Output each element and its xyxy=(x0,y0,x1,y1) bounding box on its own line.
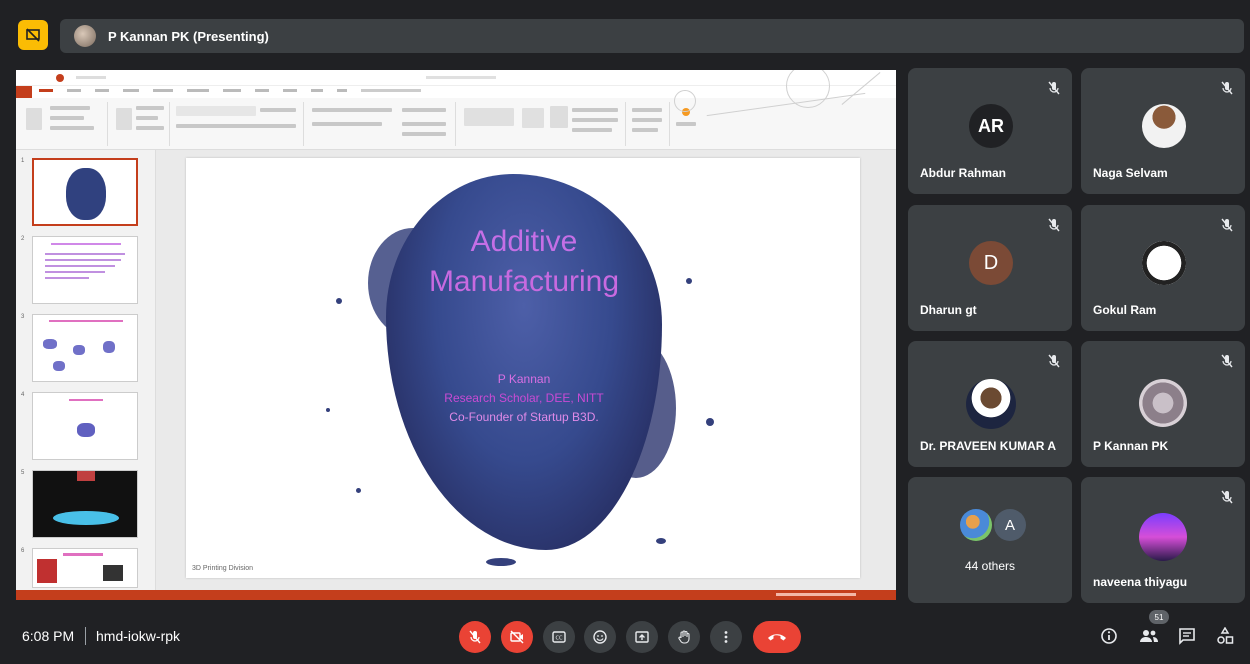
avatar xyxy=(1142,104,1186,148)
slide-thumbnail[interactable] xyxy=(32,392,138,460)
slide-subtitle: P Kannan Research Scholar, DEE, NITT Co-… xyxy=(366,370,682,427)
presenter-avatar xyxy=(74,25,96,47)
slide-footer: 3D Printing Division xyxy=(192,565,254,572)
participant-tile[interactable]: Naga Selvam xyxy=(1081,68,1245,194)
camera-off-icon xyxy=(510,630,524,644)
participant-tile[interactable]: P Kannan PK xyxy=(1081,341,1245,467)
participant-name: P Kannan PK xyxy=(1093,439,1169,453)
people-count-badge: 51 xyxy=(1149,610,1169,624)
avatar: AR xyxy=(969,104,1013,148)
captions-button[interactable]: CC xyxy=(543,621,575,653)
present-icon xyxy=(635,631,649,643)
avatar xyxy=(966,379,1016,429)
avatar: D xyxy=(969,241,1013,285)
slide-title-line1: Additive xyxy=(470,225,578,258)
present-off-icon xyxy=(26,28,40,42)
participant-tile[interactable]: AR Abdur Rahman xyxy=(908,68,1072,194)
mic-off-icon xyxy=(1221,218,1233,232)
participant-tile[interactable]: Dr. PRAVEEN KUMAR A xyxy=(908,341,1072,467)
ppt-title-bar xyxy=(16,70,896,86)
slide-title-line2: Manufacturing xyxy=(428,265,620,298)
activities-icon xyxy=(1217,627,1234,644)
mic-toggle-button[interactable] xyxy=(459,621,491,653)
avatar xyxy=(1142,241,1186,285)
slide-editor: Additive Manufacturing P Kannan Research… xyxy=(156,150,896,590)
others-count: 44 others xyxy=(964,559,1016,573)
participant-tile[interactable]: naveena thiyagu xyxy=(1081,477,1245,603)
stop-presenting-button[interactable] xyxy=(18,20,48,50)
mic-off-icon xyxy=(1048,81,1060,95)
participant-name: Dr. PRAVEEN KUMAR A xyxy=(920,439,1057,453)
slide-title: Additive Manufacturing xyxy=(346,222,702,302)
ppt-ribbon-tabs xyxy=(16,86,896,98)
mic-off-icon xyxy=(469,630,481,644)
slide-thumbnail[interactable] xyxy=(32,548,138,588)
people-button[interactable] xyxy=(1138,625,1160,647)
info-icon xyxy=(1101,628,1117,644)
slide-thumbnails: 1 2 3 4 5 6 xyxy=(16,150,156,590)
chat-icon xyxy=(1179,628,1195,645)
shared-screen: 1 2 3 4 5 6 Additive Manufacturing P Kan… xyxy=(16,70,896,600)
participant-name: Naga Selvam xyxy=(1093,166,1168,180)
leave-call-button[interactable] xyxy=(753,621,801,653)
presenter-startup: Co-Founder of Startup B3D. xyxy=(449,410,599,424)
raise-hand-button[interactable] xyxy=(668,621,700,653)
avatar xyxy=(960,509,992,541)
camera-toggle-button[interactable] xyxy=(501,621,533,653)
mic-off-icon xyxy=(1221,354,1233,368)
meeting-code: hmd-iokw-rpk xyxy=(96,628,181,644)
present-now-button[interactable] xyxy=(626,621,658,653)
avatar xyxy=(1139,379,1187,427)
avatar: A xyxy=(994,509,1026,541)
mic-off-icon xyxy=(1048,354,1060,368)
slide-thumbnail[interactable] xyxy=(32,470,138,538)
mic-off-icon xyxy=(1048,218,1060,232)
captions-icon: CC xyxy=(552,631,566,643)
participant-name: naveena thiyagu xyxy=(1093,575,1188,589)
svg-text:CC: CC xyxy=(556,636,563,642)
presenter-info: P Kannan PK (Presenting) xyxy=(60,19,1244,53)
participant-name: Dharun gt xyxy=(920,303,977,317)
current-slide: Additive Manufacturing P Kannan Research… xyxy=(186,158,860,578)
participant-name: Abdur Rahman xyxy=(920,166,1007,180)
activities-button[interactable] xyxy=(1214,625,1236,647)
others-tile[interactable]: A 44 others xyxy=(908,477,1072,603)
more-options-button[interactable] xyxy=(710,621,742,653)
meeting-details-button[interactable] xyxy=(1098,625,1120,647)
meet-window: P Kannan PK (Presenting) 1 2 3 4 5 6 Add… xyxy=(0,0,1250,664)
mic-off-icon xyxy=(1221,81,1233,95)
participant-tile[interactable]: Gokul Ram xyxy=(1081,205,1245,331)
more-icon xyxy=(724,631,728,643)
control-bar: 6:08 PM hmd-iokw-rpk CC 51 xyxy=(0,606,1250,664)
ppt-status-bar xyxy=(16,590,896,600)
hang-up-icon xyxy=(768,634,786,641)
participant-tile[interactable]: D Dharun gt xyxy=(908,205,1072,331)
divider xyxy=(85,627,86,645)
ppt-ribbon xyxy=(16,70,896,150)
presenter-name: P Kannan xyxy=(497,372,551,386)
presenting-bar: P Kannan PK (Presenting) xyxy=(10,12,1244,54)
current-time: 6:08 PM xyxy=(22,628,75,644)
chat-button[interactable] xyxy=(1176,625,1198,647)
participant-name: Gokul Ram xyxy=(1093,303,1157,317)
emoji-button[interactable] xyxy=(584,621,616,653)
raise-hand-icon xyxy=(678,630,690,644)
slide-thumbnail[interactable] xyxy=(32,236,138,304)
presenting-label: P Kannan PK (Presenting) xyxy=(108,28,269,44)
slide-thumbnail[interactable] xyxy=(32,158,138,226)
slide-thumbnail[interactable] xyxy=(32,314,138,382)
people-icon xyxy=(1140,630,1158,642)
avatar xyxy=(1139,513,1187,561)
mic-off-icon xyxy=(1221,490,1233,504)
emoji-icon xyxy=(593,630,607,644)
others-avatars: A xyxy=(960,509,1030,545)
presenter-role: Research Scholar, DEE, NITT xyxy=(444,391,604,405)
